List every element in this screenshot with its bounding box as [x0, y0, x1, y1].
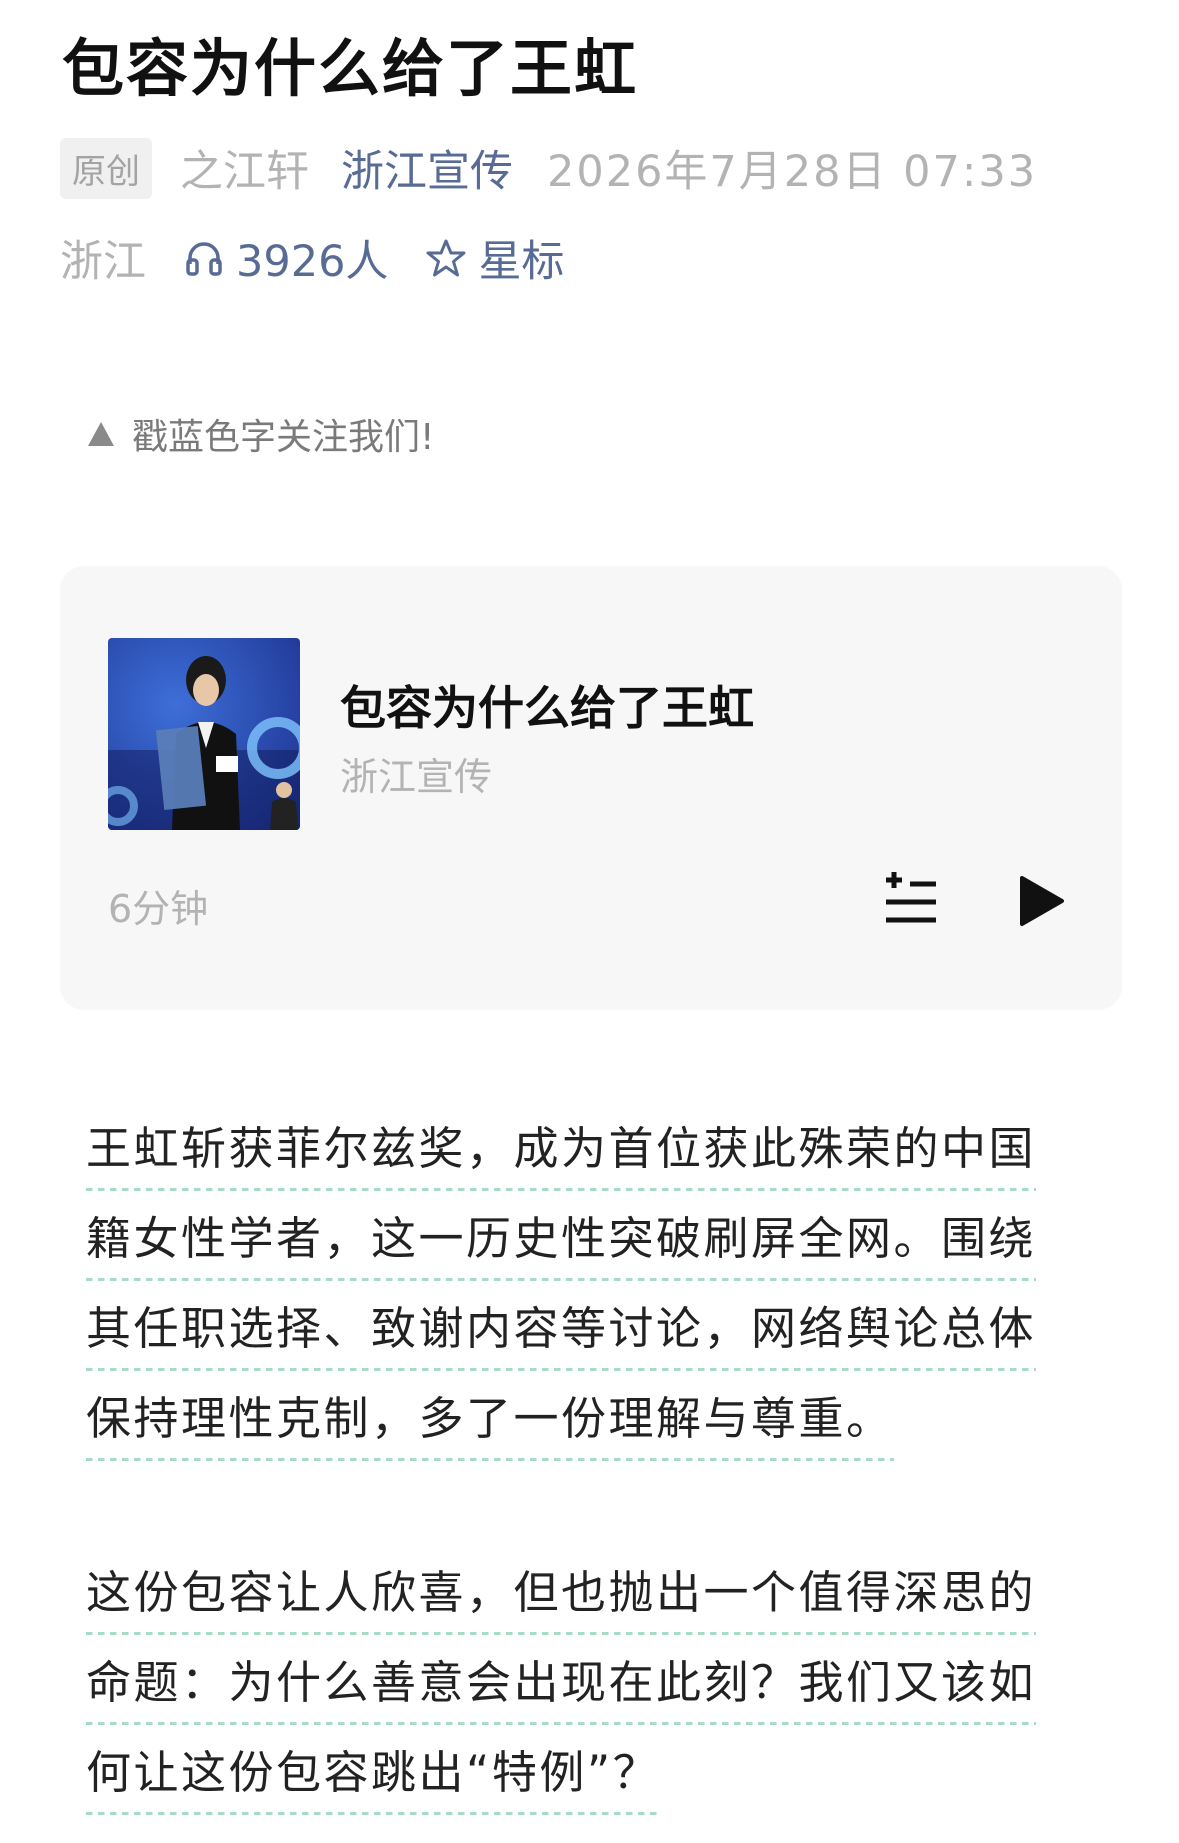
audio-title: 包容为什么给了王虹 [340, 681, 754, 735]
audio-cover-image [108, 638, 300, 830]
follow-tip-text: 戳蓝色字关注我们! [132, 417, 435, 458]
triangle-up-icon [88, 422, 114, 446]
listener-count: 3926人 [236, 237, 389, 287]
account-link[interactable]: 浙江宣传 [341, 137, 513, 199]
star-label: 星标 [478, 237, 565, 287]
audio-duration: 6分钟 [108, 887, 209, 931]
paragraph-line: 王虹斩获菲尔兹奖，成为首位获此殊荣的中国 [86, 1104, 1037, 1194]
article-meta-secondary: 浙江 3926人 星标 [60, 228, 564, 288]
playlist-icon[interactable] [882, 872, 940, 930]
paragraph-line: 命题：为什么善意会出现在此刻？我们又该如 [86, 1638, 1037, 1728]
audio-source: 浙江宣传 [340, 755, 493, 799]
article-page: 包容为什么给了王虹 原创 之江轩 浙江宣传 2026年7月28日 07:33 浙… [0, 0, 1179, 1843]
author-name: 之江轩 [180, 147, 309, 197]
listen-button[interactable]: 3926人 [184, 227, 388, 289]
paragraph-line: 何让这份包容跳出“特例”？ [86, 1728, 661, 1818]
publish-datetime: 2026年7月28日 07:33 [547, 147, 1038, 197]
article-title: 包容为什么给了王虹 [62, 32, 639, 105]
paragraph-line: 这份包容让人欣喜，但也抛出一个值得深思的 [86, 1548, 1037, 1638]
paragraph-1: 王虹斩获菲尔兹奖，成为首位获此殊荣的中国 籍女性学者，这一历史性突破刷屏全网。围… [86, 1104, 1096, 1464]
star-button[interactable]: 星标 [426, 227, 564, 289]
paragraph-line: 其任职选择、致谢内容等讨论，网络舆论总体 [86, 1284, 1037, 1374]
article-meta: 原创 之江轩 浙江宣传 2026年7月28日 07:33 [60, 137, 1038, 199]
headphones-icon [186, 242, 222, 276]
audio-card[interactable]: 包容为什么给了王虹 浙江宣传 6分钟 [60, 566, 1122, 1010]
paragraph-line: 保持理性克制，多了一份理解与尊重。 [86, 1374, 894, 1464]
paragraph-2: 这份包容让人欣喜，但也抛出一个值得深思的 命题：为什么善意会出现在此刻？我们又该… [86, 1548, 1096, 1818]
region-label: 浙江 [60, 237, 146, 287]
follow-tip: 戳蓝色字关注我们! [86, 408, 434, 460]
original-badge: 原创 [60, 137, 152, 199]
play-icon[interactable] [1016, 872, 1066, 930]
paragraph-line: 籍女性学者，这一历史性突破刷屏全网。围绕 [86, 1194, 1037, 1284]
star-icon [426, 239, 466, 277]
